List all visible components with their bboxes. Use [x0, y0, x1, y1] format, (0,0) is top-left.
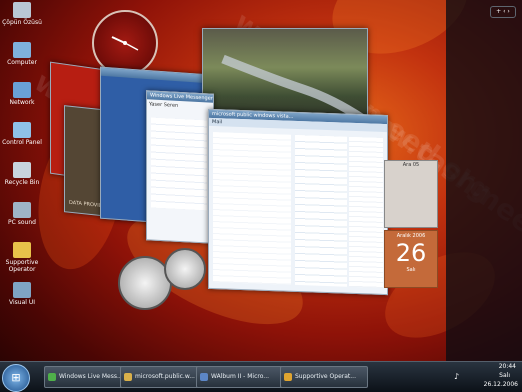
- taskbar-button-label: WAlbum II - Micro...: [211, 373, 270, 380]
- taskbar-button-label: Windows Live Mess...: [59, 373, 123, 380]
- desktop-icon-8[interactable]: Visual UI: [2, 282, 42, 306]
- recycle-bin-icon: [13, 162, 31, 178]
- desktop-icon-3[interactable]: Network: [2, 82, 42, 106]
- windows-sidebar: + ‹ ›: [446, 0, 522, 362]
- speaker-icon: [13, 202, 31, 218]
- folder-tree[interactable]: [213, 132, 291, 285]
- operator-icon: [13, 242, 31, 258]
- desktop-icon-1[interactable]: Çöpün Özüsü: [2, 2, 42, 26]
- start-button[interactable]: ⊞: [2, 364, 30, 392]
- volume-icon[interactable]: ♪: [454, 372, 459, 381]
- album-icon: [200, 373, 208, 381]
- calendar-month-grid[interactable]: Ara 05: [384, 160, 438, 228]
- preview-pane[interactable]: [349, 136, 383, 288]
- calendar-weekday: Salı: [406, 267, 416, 273]
- clock-face: [111, 36, 139, 51]
- desktop-icon-5[interactable]: Recycle Bin: [2, 162, 42, 186]
- memory-meter-gadget[interactable]: [164, 248, 206, 290]
- system-tray[interactable]: 20:44 Salı 26.12.2006 ♪: [448, 362, 522, 392]
- message-list[interactable]: [295, 134, 347, 287]
- clock-day: Salı: [499, 372, 510, 379]
- desktop-icon-label: Supportive Operator: [5, 259, 39, 273]
- recycle-bin-icon: [13, 2, 31, 18]
- control-panel-icon: [13, 122, 31, 138]
- calendar-gadget[interactable]: Ara 05 Aralık 2006 26 Salı: [384, 160, 438, 288]
- contact-list[interactable]: [151, 117, 207, 211]
- clock-date: 26.12.2006: [483, 381, 518, 388]
- messenger-icon: [48, 373, 56, 381]
- desktop-icon-label: Computer: [7, 59, 37, 66]
- taskbar: ⊞ Windows Live Mess... microsoft.public.…: [0, 361, 522, 392]
- calendar-month-top: Ara 05: [402, 162, 420, 168]
- desktop-icon-label: PC sound: [8, 219, 36, 226]
- taskbar-button-operator[interactable]: Supportive Operat...: [280, 366, 368, 388]
- taskbar-button-album[interactable]: WAlbum II - Micro...: [196, 366, 290, 388]
- windows-logo-icon: ⊞: [11, 371, 21, 384]
- desktop-icon-6[interactable]: PC sound: [2, 202, 42, 226]
- computer-icon: [13, 42, 31, 58]
- window-mail[interactable]: microsoft public windows vista... Mail: [208, 108, 388, 296]
- calendar-day: 26: [395, 239, 427, 267]
- network-icon: [13, 82, 31, 98]
- taskbar-button-mail[interactable]: microsoft.public.w...: [120, 366, 208, 388]
- taskbar-button-label: microsoft.public.w...: [135, 373, 195, 380]
- desktop-icon-label: Çöpün Özüsü: [2, 19, 42, 26]
- desktop-icon-label: Visual UI: [9, 299, 35, 306]
- calendar-day-card[interactable]: Aralık 2006 26 Salı: [384, 230, 438, 288]
- desktop-icon-2[interactable]: Computer: [2, 42, 42, 66]
- sidebar-controls[interactable]: + ‹ ›: [490, 6, 516, 18]
- taskbar-button-messenger[interactable]: Windows Live Mess...: [44, 366, 132, 388]
- visual-ui-icon: [13, 282, 31, 298]
- mail-icon: [124, 373, 132, 381]
- desktop-icon-4[interactable]: Control Panel: [2, 122, 42, 146]
- desktop-icon-label: Network: [9, 99, 35, 106]
- window-messenger[interactable]: Windows Live Messenger Yaser Seren: [146, 90, 214, 244]
- calendar-month: Aralık 2006: [396, 233, 426, 239]
- desktop-icon-7[interactable]: Supportive Operator: [2, 242, 42, 273]
- desktop-icon-label: Control Panel: [2, 139, 42, 146]
- taskbar-button-label: Supportive Operat...: [295, 373, 356, 380]
- operator-icon: [284, 373, 292, 381]
- desktop-icon-label: Recycle Bin: [4, 179, 40, 186]
- clock-hour: 20:44: [498, 363, 516, 370]
